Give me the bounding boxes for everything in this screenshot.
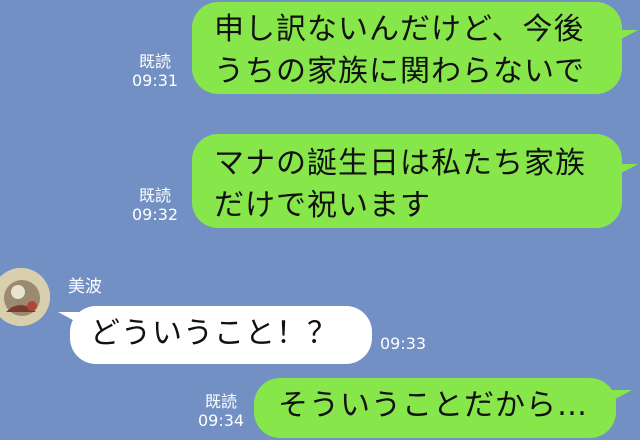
avatar-image (0, 268, 50, 326)
message-2-tail (612, 164, 638, 178)
message-2-bubble[interactable]: マナの誕生日は私たち家族 だけで祝います (192, 134, 622, 228)
message-2-meta: 既読 09:32 (132, 186, 178, 224)
message-4-line-1: そういうことだから… (278, 388, 588, 423)
sender-name: 美波 (68, 277, 102, 297)
message-2-line-2: だけで祝います (214, 188, 431, 223)
message-4-tail (606, 390, 632, 404)
message-3-line-1: どういうこと！？ (90, 316, 338, 351)
message-4-meta: 既読 09:34 (198, 392, 244, 430)
timestamp: 09:31 (132, 71, 179, 90)
timestamp: 09:32 (132, 205, 179, 224)
message-1-meta: 既読 09:31 (132, 52, 178, 90)
read-receipt: 既読 (139, 52, 172, 71)
message-1-line-2: うちの家族に関わらないで (214, 54, 586, 89)
timestamp: 09:33 (380, 334, 427, 353)
message-3-bubble[interactable]: どういうこと！？ (70, 306, 372, 364)
message-1-tail (612, 30, 638, 44)
read-receipt: 既読 (205, 392, 238, 411)
message-1-bubble[interactable]: 申し訳ないんだけど、今後 うちの家族に関わらないで (192, 2, 622, 94)
avatar[interactable] (0, 268, 50, 326)
read-receipt: 既読 (139, 186, 172, 205)
message-2-line-1: マナの誕生日は私たち家族 (214, 146, 586, 181)
message-1-line-1: 申し訳ないんだけど、今後 (214, 12, 585, 47)
message-4-bubble[interactable]: そういうことだから… (254, 378, 616, 438)
timestamp: 09:34 (198, 411, 245, 430)
